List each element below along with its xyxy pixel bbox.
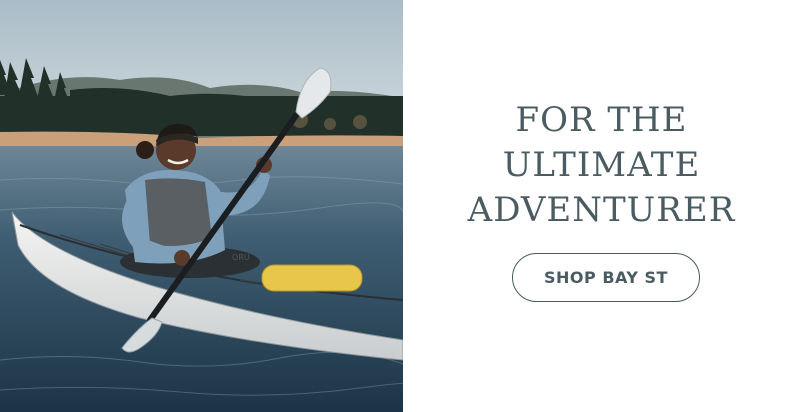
promo-copy: FOR THE ULTIMATE ADVENTURER SHOP BAY ST [403, 0, 800, 412]
promo-banner[interactable]: ORU FOR THE ULTIMATE ADVENTURER SHOP BAY… [0, 0, 800, 412]
float-bag [261, 264, 363, 292]
headline-line-3: ADVENTURER [467, 190, 736, 230]
life-vest [145, 178, 212, 246]
headline-line-2: ULTIMATE [502, 145, 701, 185]
shop-bay-st-button[interactable]: SHOP BAY ST [512, 253, 700, 302]
kayak-photo: ORU [0, 0, 403, 412]
shop-button-label: SHOP BAY ST [544, 268, 668, 287]
headline-line-1: FOR THE [515, 100, 688, 140]
hair-bun [136, 141, 154, 159]
photo-illustration: ORU [0, 0, 403, 412]
headline: FOR THE ULTIMATE ADVENTURER [403, 98, 800, 233]
kayak-brand-mark: ORU [232, 253, 250, 262]
